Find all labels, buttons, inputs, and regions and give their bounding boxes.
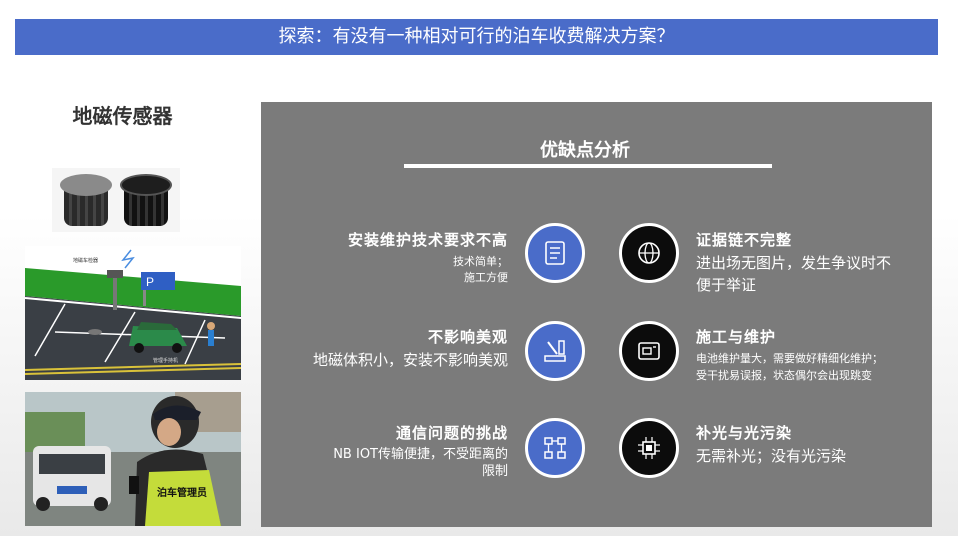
item-desc: 地磁体积小，安装不影响美观: [312, 351, 508, 369]
parking-attendant-photo: 泊车管理员: [25, 392, 241, 526]
panel-title: 优缺点分析: [540, 140, 630, 161]
item-desc: 进出场无图片，发生争议时不: [696, 254, 892, 272]
item-heading: 安装维护技术要求不高: [347, 231, 508, 249]
item-desc: 无需补光；没有光污染: [696, 447, 847, 465]
item-heading: 施工与维护: [696, 328, 777, 346]
item-desc: 限制: [481, 464, 508, 479]
network-icon: [525, 418, 585, 478]
wallet-card-icon: [619, 321, 679, 381]
item-desc: NB IOT传输便捷，不受距离的: [333, 447, 508, 462]
page-title: 探索：有没有一种相对可行的泊车收费解决方案？: [278, 26, 675, 47]
item-desc: 受干扰易误报，状态偶尔会出现跳变: [696, 369, 872, 382]
panel-divider: [404, 164, 772, 168]
diagram-label-bottom: 管理手持机: [153, 357, 178, 364]
item-install: 安装维护技术要求不高 技术简单； 施工方便: [348, 229, 508, 286]
tools-icon: [525, 321, 585, 381]
pros-cons-panel: 优缺点分析 安装维护技术要求不高 技术简单； 施工方便 不影响美观 地磁体积小，…: [261, 102, 932, 527]
item-heading: 证据链不完整: [696, 231, 793, 249]
item-heading: 不影响美观: [427, 328, 508, 346]
item-desc: 便于举证: [696, 276, 757, 294]
sensor-title: 地磁传感器: [72, 104, 173, 128]
item-heading: 通信问题的挑战: [395, 424, 508, 442]
p-sign-text: P: [146, 275, 154, 289]
item-desc: 电池维护量大，需要做好精细化维护；: [696, 352, 883, 365]
item-appearance: 不影响美观 地磁体积小，安装不影响美观: [313, 326, 508, 371]
diagram-label-top: 地磁车检器: [73, 257, 98, 264]
item-light: 补光与光污染 无需补光；没有光污染: [696, 422, 846, 467]
item-heading: 补光与光污染: [696, 424, 793, 442]
parking-diagram-image: P 地磁车检器 管理手持机: [25, 246, 241, 380]
sensor-puck-gray: [60, 174, 112, 228]
item-maintenance: 施工与维护 电池维护量大，需要做好精细化维护； 受干扰易误报，状态偶尔会出现跳变: [696, 326, 883, 384]
document-list-icon: [525, 223, 585, 283]
item-desc: 施工方便: [464, 271, 508, 284]
chip-icon: [619, 418, 679, 478]
sensor-puck-black: [120, 174, 172, 228]
item-communication: 通信问题的挑战 NB IOT传输便捷，不受距离的 限制: [333, 422, 508, 480]
sensor-image: [52, 168, 180, 232]
vest-text: 泊车管理员: [157, 486, 207, 499]
item-evidence: 证据链不完整 进出场无图片，发生争议时不 便于举证: [696, 229, 891, 296]
globe-icon: [619, 223, 679, 283]
page-title-bar: 探索：有没有一种相对可行的泊车收费解决方案？: [15, 19, 938, 55]
item-desc: 技术简单；: [453, 255, 508, 268]
